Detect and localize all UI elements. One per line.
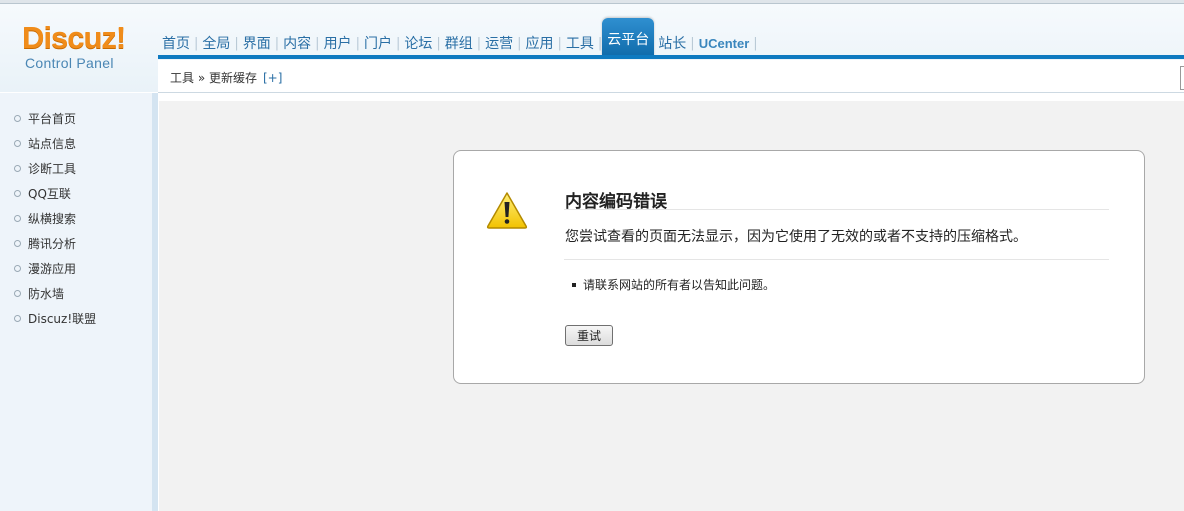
sidebar: 平台首页 站点信息 诊断工具 QQ互联 纵横搜索 腾讯分析 漫游应用 防水墙 D…	[0, 93, 152, 511]
nav-forum[interactable]: 论坛	[400, 30, 436, 58]
nav-users[interactable]: 用户	[320, 30, 356, 58]
bullet-icon	[14, 315, 21, 322]
sidebar-item-qq-connect[interactable]: QQ互联	[14, 185, 71, 202]
sidebar-item-roaming-apps[interactable]: 漫游应用	[14, 260, 76, 277]
error-panel: 内容编码错误 您尝试查看的页面无法显示，因为它使用了无效的或者不支持的压缩格式。…	[453, 150, 1145, 384]
breadcrumb: 工具 » 更新缓存 [+]	[170, 69, 282, 86]
error-description: 您尝试查看的页面无法显示，因为它使用了无效的或者不支持的压缩格式。	[565, 229, 1027, 245]
breadcrumb-path: 工具 » 更新缓存	[170, 71, 257, 85]
sidebar-item-union[interactable]: Discuz!联盟	[14, 310, 96, 327]
nav-tools[interactable]: 工具	[562, 30, 598, 58]
nav-content[interactable]: 内容	[279, 30, 315, 58]
nav-cloud-platform[interactable]: 云平台	[602, 18, 655, 58]
bullet-icon	[14, 115, 21, 122]
bullet-icon	[14, 240, 21, 247]
nav-home[interactable]: 首页	[158, 30, 194, 58]
nav-portal[interactable]: 门户	[360, 30, 396, 58]
bullet-icon	[572, 282, 576, 287]
bullet-icon	[14, 140, 21, 147]
logo-brand: Discuz!	[22, 20, 126, 55]
divider	[564, 209, 1109, 210]
sidebar-divider[interactable]	[152, 93, 158, 511]
nav-operation[interactable]: 运营	[481, 30, 517, 58]
sidebar-item-tencent-analytics[interactable]: 腾讯分析	[14, 235, 76, 252]
sidebar-item-firewall[interactable]: 防水墙	[14, 285, 64, 302]
divider	[564, 259, 1109, 260]
bullet-icon	[14, 265, 21, 272]
nav-webmaster[interactable]: 站长	[654, 30, 690, 58]
sidebar-item-diagnostics[interactable]: 诊断工具	[14, 160, 76, 177]
bullet-icon	[14, 190, 21, 197]
sidebar-item-platform-home[interactable]: 平台首页	[14, 110, 76, 127]
nav-underline	[158, 55, 1184, 59]
sidebar-item-search[interactable]: 纵横搜索	[14, 210, 76, 227]
add-shortcut-button[interactable]: [+]	[263, 71, 282, 85]
breadcrumb-bar: 工具 » 更新缓存 [+]	[158, 60, 1184, 93]
nav-group[interactable]: 群组	[441, 30, 477, 58]
nav-interface[interactable]: 界面	[239, 30, 275, 58]
right-control[interactable]	[1180, 66, 1184, 90]
bullet-icon	[14, 165, 21, 172]
logo[interactable]: Discuz! Control Panel	[0, 4, 157, 92]
nav-ucenter[interactable]: UCenter	[695, 30, 754, 58]
main-nav: 首页 | 全局 | 界面 | 内容 | 用户 | 门户 | 论坛 | 群组 | 运营 | 应用 | …	[158, 18, 758, 58]
error-suggestion: 请联系网站的所有者以告知此问题。	[572, 276, 775, 293]
sidebar-item-site-info[interactable]: 站点信息	[14, 135, 76, 152]
logo-subtitle: Control Panel	[25, 55, 114, 71]
main-top-strip	[159, 94, 1184, 101]
nav-apps[interactable]: 应用	[522, 30, 558, 58]
warning-icon	[486, 192, 528, 229]
retry-button[interactable]: 重试	[565, 325, 613, 346]
bullet-icon	[14, 215, 21, 222]
nav-global[interactable]: 全局	[198, 30, 234, 58]
bullet-icon	[14, 290, 21, 297]
